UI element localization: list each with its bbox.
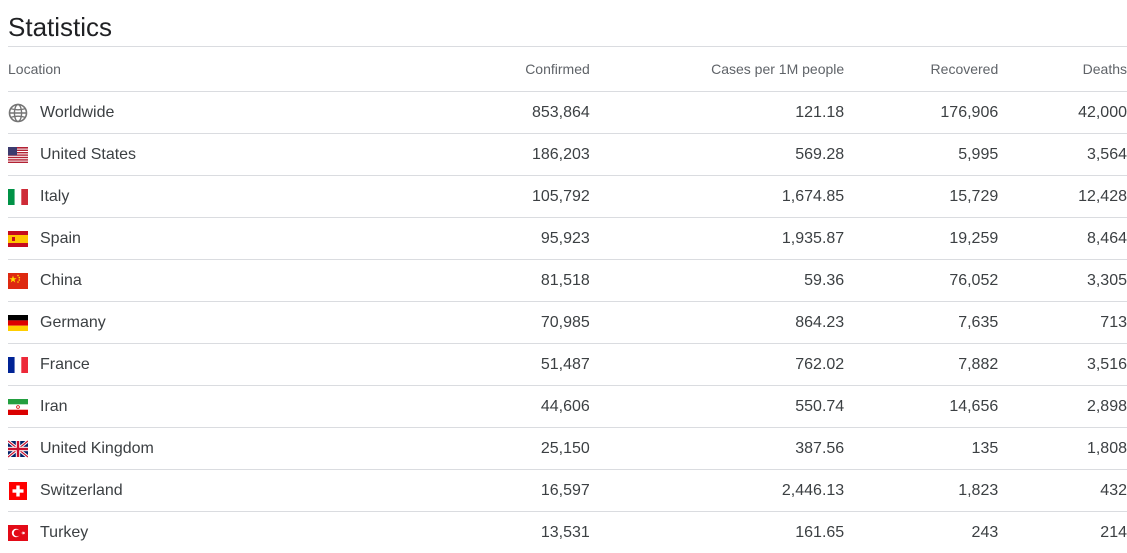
location-cell: Italy [8, 175, 353, 218]
deaths-cell: 1,808 [998, 427, 1127, 470]
table-row[interactable]: Spain 95,923 1,935.87 19,259 8,464 [8, 217, 1127, 260]
recovered-cell: 15,729 [844, 175, 999, 218]
table-row[interactable]: Turkey 13,531 161.65 243 214 [8, 512, 1127, 553]
recovered-cell: 76,052 [844, 259, 999, 302]
deaths-cell: 214 [1100, 523, 1127, 541]
header-confirmed[interactable]: Confirmed [352, 47, 590, 92]
cases-per-1m-cell: 864.23 [589, 301, 845, 344]
cases-per-1m-cell: 1,935.87 [589, 217, 845, 260]
globe-icon [8, 103, 28, 123]
table-row[interactable]: Iran 44,606 550.74 14,656 2,898 [8, 385, 1127, 428]
confirmed-cell: 44,606 [352, 385, 590, 428]
location-cell: United States [8, 133, 353, 176]
location-name: United States [40, 145, 137, 163]
deaths-cell: 42,000 [998, 91, 1127, 134]
deaths-cell: 3,516 [998, 343, 1127, 386]
spain-flag-icon [8, 229, 28, 249]
table-row[interactable]: Germany 70,985 864.23 7,635 713 [8, 301, 1127, 344]
confirmed-cell: 51,487 [352, 343, 590, 386]
confirmed-cell: 16,597 [352, 469, 590, 512]
recovered-cell: 176,906 [844, 91, 999, 134]
germany-flag-icon [8, 313, 28, 333]
location-name: China [40, 271, 82, 289]
location-name: Italy [40, 187, 70, 205]
france-flag-icon [8, 355, 28, 375]
location-name: United Kingdom [40, 439, 154, 457]
deaths-cell: 2,898 [998, 385, 1127, 428]
cases-per-1m-cell: 121.18 [589, 91, 845, 134]
cases-per-1m-cell: 2,446.13 [589, 469, 845, 512]
deaths-cell: 3,564 [998, 133, 1127, 176]
recovered-cell: 19,259 [844, 217, 999, 260]
table-row[interactable]: China 81,518 59.36 76,052 3,305 [8, 259, 1127, 302]
recovered-cell: 14,656 [844, 385, 999, 428]
location-cell: France [8, 343, 353, 386]
table-row[interactable]: United States 186,203 569.28 5,995 3,564 [8, 133, 1127, 176]
recovered-cell: 7,635 [844, 301, 999, 344]
confirmed-cell: 853,864 [352, 91, 590, 134]
location-name: France [40, 355, 90, 373]
confirmed-cell: 81,518 [352, 259, 590, 302]
location-cell: Switzerland [8, 469, 353, 512]
italy-flag-icon [8, 187, 28, 207]
recovered-cell: 5,995 [844, 133, 999, 176]
location-cell: Turkey [8, 512, 353, 553]
location-cell: Iran [8, 385, 353, 428]
location-cell: Worldwide [8, 91, 353, 134]
table-row[interactable]: Italy 105,792 1,674.85 15,729 12,428 [8, 175, 1127, 218]
location-name: Worldwide [40, 103, 115, 121]
location-name: Spain [40, 229, 81, 247]
header-recovered[interactable]: Recovered [844, 47, 999, 92]
location-name: Switzerland [40, 481, 123, 499]
header-location[interactable]: Location [8, 47, 353, 92]
deaths-cell: 12,428 [998, 175, 1127, 218]
recovered-cell: 243 [971, 523, 999, 541]
location-cell: China [8, 259, 353, 302]
switzerland-flag-icon [8, 481, 28, 501]
location-cell: Germany [8, 301, 353, 344]
page-title: Statistics [8, 12, 113, 42]
cases-per-1m-cell: 550.74 [589, 385, 845, 428]
confirmed-cell: 25,150 [352, 427, 590, 470]
confirmed-cell: 70,985 [352, 301, 590, 344]
recovered-cell: 7,882 [844, 343, 999, 386]
deaths-cell: 713 [998, 301, 1127, 344]
location-name: Turkey [40, 523, 89, 541]
cases-per-1m-cell: 59.36 [589, 259, 845, 302]
header-deaths[interactable]: Deaths [998, 47, 1127, 92]
deaths-cell: 432 [998, 469, 1127, 512]
table-row[interactable]: Switzerland 16,597 2,446.13 1,823 432 [8, 469, 1127, 512]
recovered-cell: 1,823 [844, 469, 999, 512]
recovered-cell: 135 [844, 427, 999, 470]
china-flag-icon [8, 271, 28, 291]
turkey-flag-icon [8, 523, 28, 543]
confirmed-cell: 13,531 [540, 523, 590, 541]
location-name: Germany [40, 313, 106, 331]
cases-per-1m-cell: 387.56 [589, 427, 845, 470]
uk-flag-icon [8, 439, 28, 459]
us-flag-icon [8, 145, 28, 165]
location-name: Iran [40, 397, 68, 415]
header-cases-per-1m[interactable]: Cases per 1M people [589, 47, 845, 92]
deaths-cell: 3,305 [998, 259, 1127, 302]
location-cell: United Kingdom [8, 427, 353, 470]
cases-per-1m-cell: 569.28 [589, 133, 845, 176]
confirmed-cell: 95,923 [352, 217, 590, 260]
table-row[interactable]: United Kingdom 25,150 387.56 135 1,808 [8, 427, 1127, 470]
confirmed-cell: 105,792 [352, 175, 590, 218]
table-row[interactable]: Worldwide 853,864 121.18 176,906 42,000 [8, 91, 1127, 134]
iran-flag-icon [8, 397, 28, 417]
statistics-table: Location Confirmed Cases per 1M people R… [8, 47, 1127, 553]
confirmed-cell: 186,203 [352, 133, 590, 176]
location-cell: Spain [8, 217, 353, 260]
cases-per-1m-cell: 762.02 [589, 343, 845, 386]
cases-per-1m-cell: 161.65 [795, 523, 845, 541]
table-header-row: Location Confirmed Cases per 1M people R… [8, 47, 1127, 92]
cases-per-1m-cell: 1,674.85 [589, 175, 845, 218]
deaths-cell: 8,464 [998, 217, 1127, 260]
table-row[interactable]: France 51,487 762.02 7,882 3,516 [8, 343, 1127, 386]
